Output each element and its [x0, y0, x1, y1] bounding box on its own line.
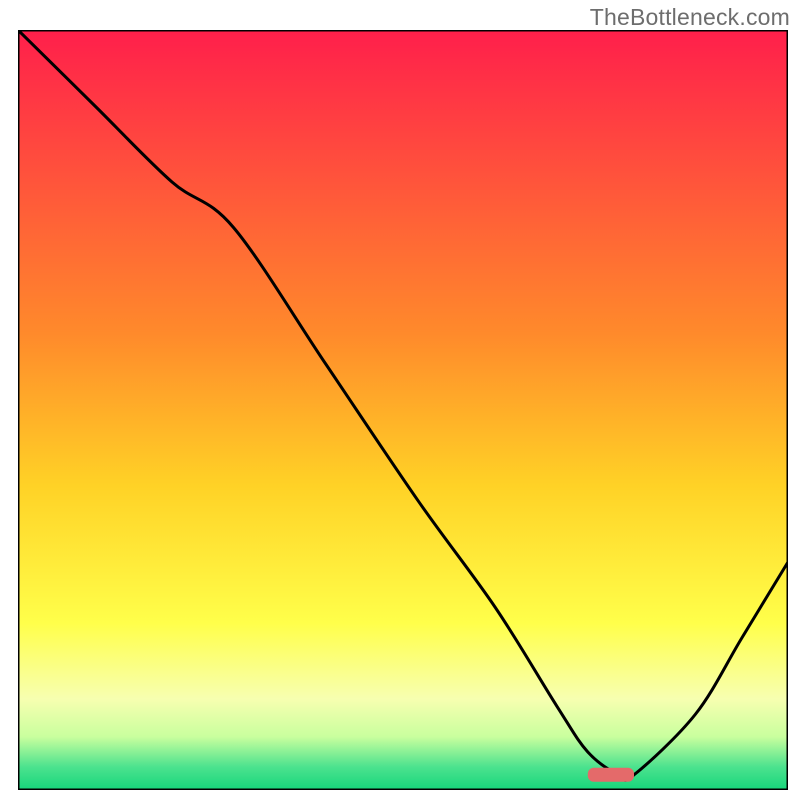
- chart-container: TheBottleneck.com: [0, 0, 800, 800]
- optimal-range-marker: [588, 768, 634, 782]
- watermark-text: TheBottleneck.com: [590, 4, 790, 31]
- plot-area: [18, 30, 788, 790]
- bottleneck-chart: [18, 30, 788, 790]
